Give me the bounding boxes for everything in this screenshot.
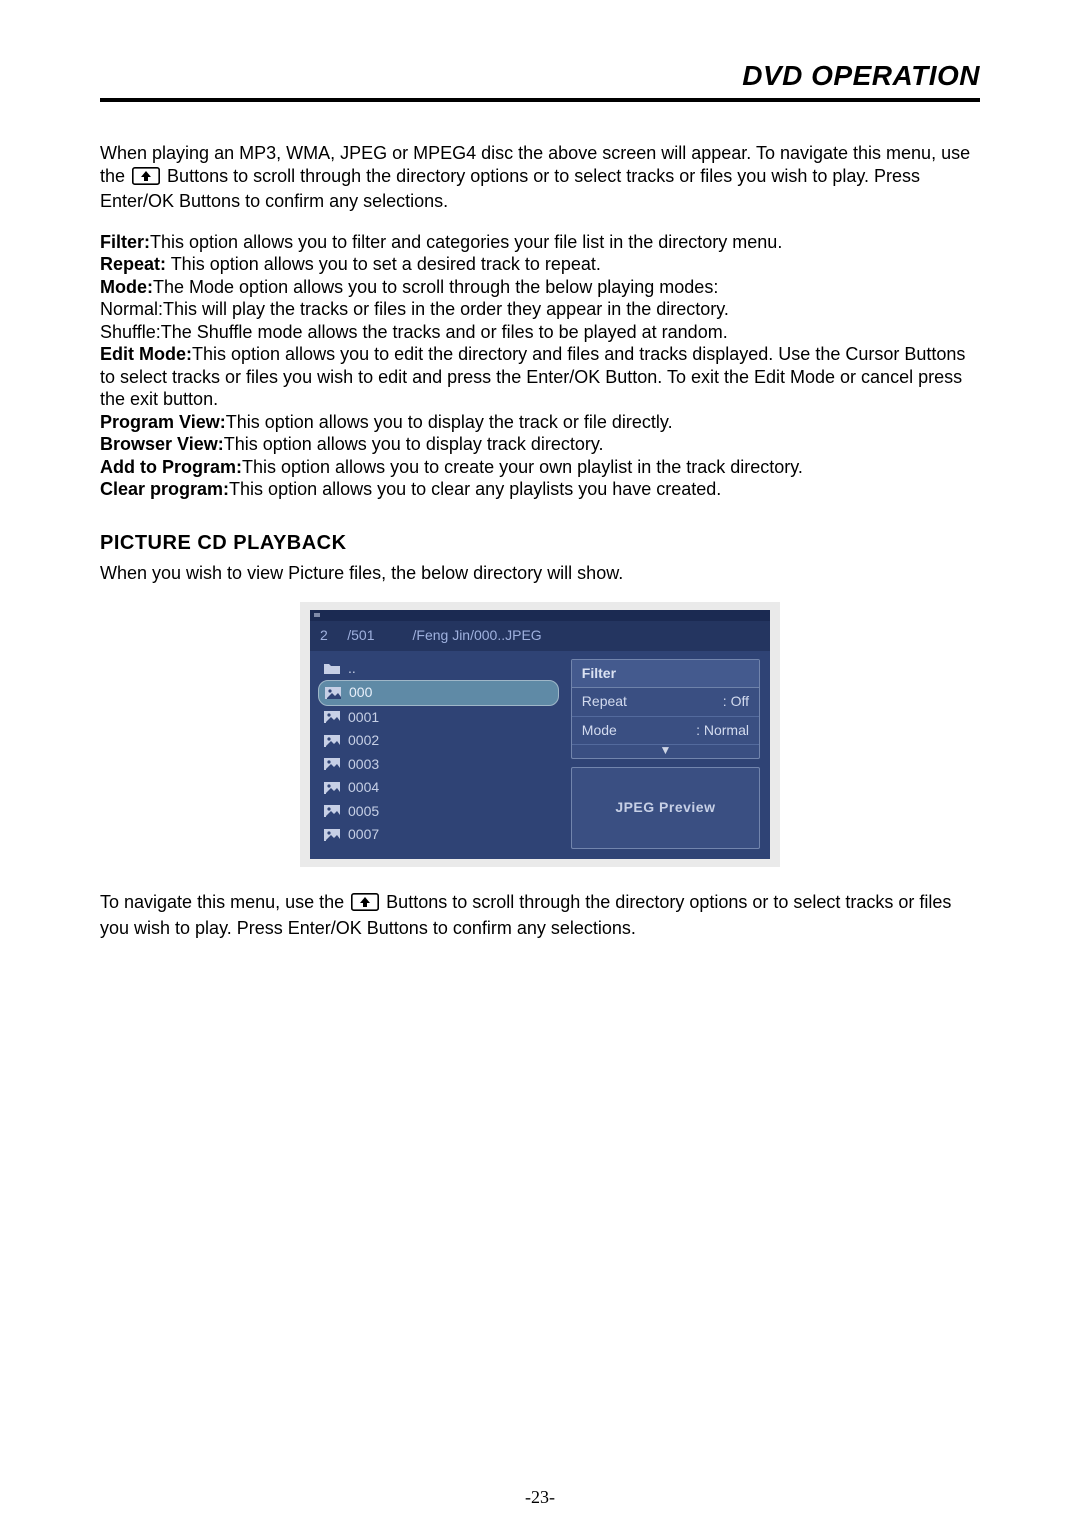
- term-add-to-program: Add to Program:This option allows you to…: [100, 456, 980, 479]
- definitions-block: Filter:This option allows you to filter …: [100, 231, 980, 501]
- screenshot-container: 2 /501 /Feng Jin/000..JPEG .. 000 0001 0002…: [100, 602, 980, 867]
- panel-title: Filter: [572, 660, 759, 689]
- list-item[interactable]: 0007: [318, 823, 559, 847]
- term-text: This option allows you to edit the direc…: [100, 344, 965, 409]
- cursor-up-icon: [351, 893, 379, 917]
- term-label: Edit Mode:: [100, 344, 192, 364]
- term-label: Repeat:: [100, 254, 166, 274]
- term-text: Normal:This will play the tracks or file…: [100, 299, 729, 319]
- section-subtext: When you wish to view Picture files, the…: [100, 562, 980, 585]
- folder-up-icon: [324, 662, 340, 674]
- term-browser-view: Browser View:This option allows you to d…: [100, 433, 980, 456]
- term-label: Add to Program:: [100, 457, 242, 477]
- term-text: This option allows you to create your ow…: [242, 457, 803, 477]
- term-clear-program: Clear program:This option allows you to …: [100, 478, 980, 501]
- term-program-view: Program View:This option allows you to d…: [100, 411, 980, 434]
- panel-row-repeat: Repeat : Off: [572, 688, 759, 717]
- list-item-label: 0005: [348, 803, 379, 821]
- chevron-down-icon: ▼: [572, 745, 759, 758]
- cursor-up-icon: [132, 167, 160, 191]
- image-file-icon: [324, 735, 340, 747]
- list-item[interactable]: 0002: [318, 729, 559, 753]
- list-item-label: ..: [348, 660, 356, 678]
- list-item-label: 0004: [348, 779, 379, 797]
- term-normal: Normal:This will play the tracks or file…: [100, 298, 980, 321]
- document-page: DVD OPERATION When playing an MP3, WMA, …: [0, 0, 1080, 1532]
- directory-screenshot: 2 /501 /Feng Jin/000..JPEG .. 000 0001 0002…: [300, 602, 780, 867]
- term-text: Shuffle:The Shuffle mode allows the trac…: [100, 322, 728, 342]
- term-text: This option allows you to clear any play…: [229, 479, 721, 499]
- crumb-total: /501: [347, 627, 374, 643]
- breadcrumb: 2 /501 /Feng Jin/000..JPEG: [310, 621, 770, 651]
- list-item[interactable]: 0005: [318, 800, 559, 824]
- term-shuffle: Shuffle:The Shuffle mode allows the trac…: [100, 321, 980, 344]
- panel-row-mode: Mode : Normal: [572, 717, 759, 746]
- list-item[interactable]: ..: [318, 657, 559, 681]
- window-titlebar: [310, 610, 770, 621]
- crumb-index: 2: [320, 627, 328, 643]
- image-file-icon: [324, 711, 340, 723]
- term-label: Clear program:: [100, 479, 229, 499]
- body: When playing an MP3, WMA, JPEG or MPEG4 …: [100, 142, 980, 939]
- term-repeat: Repeat: This option allows you to set a …: [100, 253, 980, 276]
- after-text-a: To navigate this menu, use the: [100, 892, 349, 912]
- file-list: .. 000 0001 0002 0003 0004 0005 0007: [310, 651, 567, 860]
- intro-paragraph: When playing an MP3, WMA, JPEG or MPEG4 …: [100, 142, 980, 213]
- image-file-icon: [324, 805, 340, 817]
- term-text: The Mode option allows you to scroll thr…: [153, 277, 718, 297]
- term-label: Filter:: [100, 232, 150, 252]
- page-title: DVD OPERATION: [100, 60, 980, 92]
- section-heading: PICTURE CD PLAYBACK: [100, 531, 980, 556]
- term-text: This option allows you to set a desired …: [166, 254, 601, 274]
- page-number: -23-: [0, 1487, 1080, 1508]
- term-text: This option allows you to display track …: [224, 434, 604, 454]
- list-item[interactable]: 000: [318, 680, 559, 706]
- panel-val: : Normal: [696, 722, 749, 740]
- image-file-icon: [324, 829, 340, 841]
- image-file-icon: [325, 687, 341, 699]
- list-item-label: 0001: [348, 709, 379, 727]
- term-text: This option allows you to display the tr…: [226, 412, 673, 432]
- image-file-icon: [324, 758, 340, 770]
- list-item-label: 0003: [348, 756, 379, 774]
- after-paragraph: To navigate this menu, use the Buttons t…: [100, 891, 980, 939]
- list-item[interactable]: 0001: [318, 706, 559, 730]
- jpeg-preview-panel: JPEG Preview: [571, 767, 760, 849]
- crumb-path: /Feng Jin/000..JPEG: [413, 627, 542, 645]
- right-panels: Filter Repeat : Off Mode : Normal ▼: [567, 651, 770, 860]
- intro-text-b: Buttons to scroll through the directory …: [100, 166, 920, 212]
- list-item-label: 0007: [348, 826, 379, 844]
- term-mode: Mode:The Mode option allows you to scrol…: [100, 276, 980, 299]
- options-panel: Filter Repeat : Off Mode : Normal ▼: [571, 659, 760, 760]
- term-label: Mode:: [100, 277, 153, 297]
- preview-label: JPEG Preview: [615, 799, 715, 817]
- term-filter: Filter:This option allows you to filter …: [100, 231, 980, 254]
- image-file-icon: [324, 782, 340, 794]
- list-item[interactable]: 0003: [318, 753, 559, 777]
- term-edit-mode: Edit Mode:This option allows you to edit…: [100, 343, 980, 411]
- panel-key: Repeat: [582, 693, 627, 711]
- screenshot-body: .. 000 0001 0002 0003 0004 0005 0007 Filter Rep…: [310, 651, 770, 860]
- panel-val: : Off: [723, 693, 749, 711]
- term-label: Program View:: [100, 412, 226, 432]
- term-label: Browser View:: [100, 434, 224, 454]
- header-rule: DVD OPERATION: [100, 60, 980, 102]
- list-item[interactable]: 0004: [318, 776, 559, 800]
- list-item-label: 000: [349, 684, 372, 702]
- panel-key: Mode: [582, 722, 617, 740]
- list-item-label: 0002: [348, 732, 379, 750]
- term-text: This option allows you to filter and cat…: [150, 232, 782, 252]
